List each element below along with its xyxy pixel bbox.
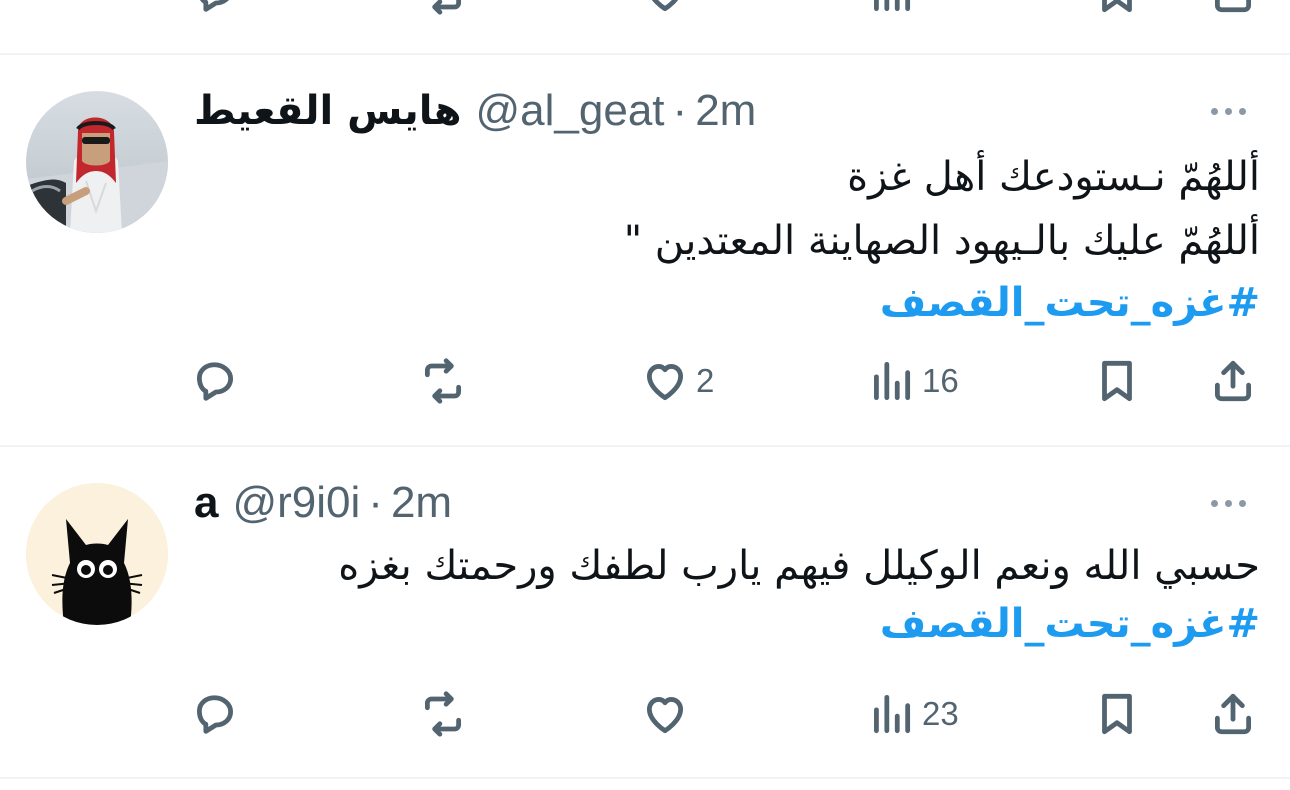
views-button[interactable]: 16	[866, 351, 959, 411]
display-name[interactable]: a	[194, 478, 218, 528]
repost-button[interactable]	[418, 0, 468, 22]
share-icon	[1214, 0, 1252, 13]
divider	[0, 777, 1290, 779]
tweet[interactable]: هايس القعيط @al_geat · 2m أللهُمّ نـستود…	[0, 55, 1290, 445]
more-dot-icon	[1239, 500, 1246, 507]
bookmark-button[interactable]	[1092, 351, 1142, 411]
avatar-man-in-shemagh-icon	[26, 91, 168, 233]
share-icon	[1214, 360, 1252, 402]
share-button[interactable]	[1208, 0, 1258, 22]
like-button[interactable]: 2	[640, 351, 714, 411]
more-dot-icon	[1211, 500, 1218, 507]
heart-icon	[651, 0, 679, 12]
like-count: 2	[696, 362, 715, 399]
more-dot-icon	[1239, 108, 1246, 115]
tweet-header: هايس القعيط @al_geat · 2m	[194, 86, 756, 136]
repost-icon	[424, 358, 462, 404]
timestamp[interactable]: 2m	[391, 478, 452, 528]
views-button[interactable]: 23	[866, 684, 959, 744]
reply-button[interactable]	[190, 351, 246, 411]
bookmark-icon	[1102, 360, 1132, 402]
like-button[interactable]	[640, 684, 696, 744]
tweet-text-line: أللهُمّ عليك بالـيهود الصهاينة المعتدين …	[623, 218, 1260, 264]
heart-icon	[646, 697, 684, 734]
previous-tweet-actions	[0, 0, 1290, 22]
user-handle[interactable]: @r9i0i	[232, 478, 360, 528]
timestamp[interactable]: 2m	[695, 86, 756, 136]
tweet-feed: هايس القعيط @al_geat · 2m أللهُمّ نـستود…	[0, 0, 1290, 790]
more-dot-icon	[1225, 500, 1232, 507]
share-button[interactable]	[1208, 351, 1258, 411]
share-button[interactable]	[1208, 684, 1258, 744]
repost-button[interactable]	[418, 351, 474, 411]
bookmark-icon	[1102, 693, 1132, 735]
like-button[interactable]	[640, 0, 690, 22]
hashtag-link[interactable]: #غزه_تحت_القصف	[880, 601, 1260, 647]
bar-chart-icon	[874, 694, 911, 734]
reply-icon	[196, 362, 234, 401]
tweet-actions: 23	[0, 684, 1290, 744]
tweet-header: a @r9i0i · 2m	[194, 478, 452, 528]
bookmark-icon	[1102, 0, 1132, 13]
reply-icon	[196, 695, 234, 734]
more-dot-icon	[1211, 108, 1218, 115]
display-name[interactable]: هايس القعيط	[194, 88, 462, 134]
more-options-button[interactable]	[1211, 500, 1246, 507]
separator-dot: ·	[672, 86, 688, 135]
view-count: 16	[922, 362, 959, 399]
reply-button[interactable]	[190, 0, 240, 22]
bar-chart-icon	[874, 361, 911, 401]
avatar[interactable]	[26, 91, 168, 233]
more-dot-icon	[1225, 108, 1232, 115]
repost-button[interactable]	[418, 684, 474, 744]
tweet-text-line: حسبي الله ونعم الوكيلل فيهم يارب لطفك ور…	[338, 543, 1260, 589]
tweet-text-line: أللهُمّ نـستودعك أهل غزة	[847, 154, 1260, 200]
views-button[interactable]	[866, 0, 916, 22]
bar-chart-icon	[874, 0, 911, 12]
tweet-actions: 2 16	[0, 351, 1290, 411]
separator-dot: ·	[368, 478, 383, 527]
hashtag-link[interactable]: #غزه_تحت_القصف	[880, 280, 1260, 326]
user-handle[interactable]: @al_geat	[476, 86, 665, 136]
bookmark-button[interactable]	[1092, 684, 1142, 744]
repost-icon	[432, 0, 462, 15]
avatar[interactable]	[26, 483, 168, 625]
share-icon	[1214, 693, 1252, 735]
repost-icon	[424, 691, 462, 737]
tweet[interactable]: a @r9i0i · 2m حسبي الله ونعم الوكيلل فيه…	[0, 447, 1290, 777]
more-options-button[interactable]	[1211, 108, 1246, 115]
heart-icon	[646, 364, 684, 401]
bookmark-button[interactable]	[1092, 0, 1142, 22]
reply-button[interactable]	[190, 684, 246, 744]
avatar-black-cat-icon	[26, 483, 168, 625]
view-count: 23	[922, 695, 959, 732]
reply-icon	[199, 0, 229, 12]
